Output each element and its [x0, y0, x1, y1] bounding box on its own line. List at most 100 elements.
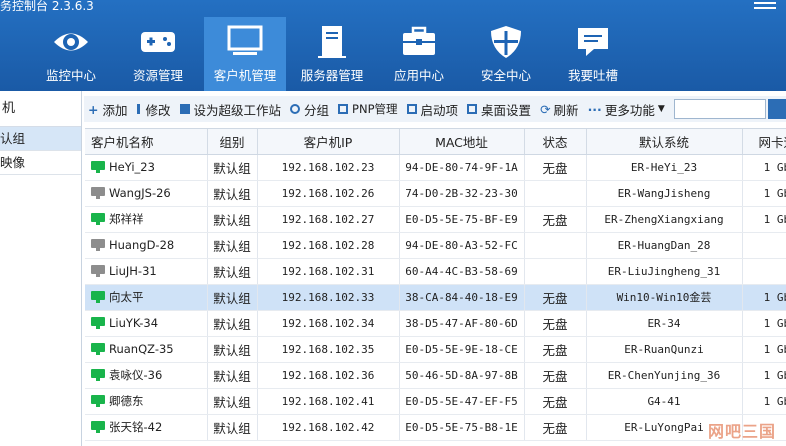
cell-status: 无盘: [524, 362, 587, 389]
computer-icon: [91, 212, 105, 225]
cell-mac: E0-D5-5E-47-EF-F5: [399, 388, 525, 415]
client-name-label: HuangD-28: [109, 238, 175, 252]
nav-label: 安全中心: [480, 68, 531, 83]
add-label: 添加: [102, 102, 128, 118]
edit-button[interactable]: 修改: [133, 98, 176, 120]
nav-label: 监控中心: [45, 68, 96, 83]
cell-status: 无盘: [524, 284, 587, 311]
nav-client-management[interactable]: 客户机管理: [204, 17, 286, 91]
monitor-icon: [227, 25, 263, 55]
group-icon: [290, 104, 301, 114]
startup-items-button[interactable]: 启动项: [403, 98, 464, 120]
startup-label: 启动项: [420, 102, 459, 118]
client-name-label: 向太平: [109, 290, 144, 304]
nav-label: 我要吐槽: [567, 68, 618, 83]
server-icon: [318, 26, 346, 58]
cell-status: 无盘: [524, 388, 587, 415]
table-row[interactable]: RuanQZ-35 默认组 192.168.102.35 E0-D5-5E-9E-18…: [85, 336, 786, 363]
cell-client-name: LiuJH-31: [85, 258, 208, 285]
nav-feedback[interactable]: 我要吐槽: [552, 17, 634, 91]
set-super-label: 设为超级工作站: [193, 102, 282, 118]
column-header-mac[interactable]: MAC地址: [399, 129, 525, 155]
sidebar-item-default-group[interactable]: 认组: [0, 127, 81, 151]
nav-label: 服务器管理: [300, 68, 364, 83]
table-row[interactable]: 郑祥祥 默认组 192.168.102.27 E0-D5-5E-75-BF-E9 无盘 E…: [85, 206, 786, 233]
computer-icon: [91, 420, 105, 433]
cell-default-system: ER-RuanQunzi: [586, 336, 743, 363]
cell-group: 默认组: [207, 414, 258, 441]
cell-mac: 50-46-5D-8A-97-8B: [399, 362, 525, 389]
table-row[interactable]: 卿德东 默认组 192.168.102.41 E0-D5-5E-47-EF-F5 无盘 G…: [85, 388, 786, 415]
table-row[interactable]: LiuJH-31 默认组 192.168.102.31 60-A4-4C-B3-58-…: [85, 258, 786, 285]
search-button[interactable]: [767, 99, 786, 119]
table-row[interactable]: HuangD-28 默认组 192.168.102.28 94-DE-80-A3-52…: [85, 232, 786, 259]
chevron-down-icon: ▼: [657, 104, 665, 114]
cell-ip: 192.168.102.42: [257, 414, 400, 441]
cell-client-name: HeYi_23: [85, 154, 208, 181]
cell-nic-speed: 1 Gbps: [742, 206, 786, 233]
nav-app-center[interactable]: 应用中心: [378, 17, 460, 91]
table-row[interactable]: 张天铭-42 默认组 192.168.102.42 E0-D5-5E-75-B8-1E…: [85, 414, 786, 441]
desktop-settings-button[interactable]: 桌面设置: [463, 98, 536, 120]
column-header-nic-speed[interactable]: 网卡速率: [742, 129, 786, 155]
cell-group: 默认组: [207, 362, 258, 389]
more-functions-button[interactable]: ··· 更多功能 ▼: [584, 98, 670, 120]
cell-ip: 192.168.102.27: [257, 206, 400, 233]
column-header-group[interactable]: 组别: [207, 129, 258, 155]
cell-ip: 192.168.102.33: [257, 284, 400, 311]
menu-icon[interactable]: [754, 2, 776, 14]
cell-nic-speed: 1 Gbps: [742, 336, 786, 363]
plus-icon: +: [88, 101, 99, 117]
column-header-default-system[interactable]: 默认系统: [586, 129, 743, 155]
add-button[interactable]: + 添加: [84, 98, 133, 120]
group-button[interactable]: 分组: [286, 98, 334, 120]
cell-mac: 74-D0-2B-32-23-30: [399, 180, 525, 207]
cell-default-system: ER-HeYi_23: [586, 154, 743, 181]
sidebar-item-image[interactable]: 映像: [0, 151, 81, 175]
nav-server-management[interactable]: 服务器管理: [291, 17, 373, 91]
cell-mac: 38-CA-84-40-18-E9: [399, 284, 525, 311]
nav-security-center[interactable]: 安全中心: [465, 17, 547, 91]
computer-icon: [91, 368, 105, 381]
client-name-label: 袁咏仪-36: [109, 368, 163, 382]
workstation-icon: [179, 104, 190, 114]
client-name-label: 卿德东: [109, 394, 144, 408]
search-input[interactable]: [673, 99, 766, 119]
cell-mac: 94-DE-80-74-9F-1A: [399, 154, 525, 181]
set-super-workstation-button[interactable]: 设为超级工作站: [176, 98, 287, 120]
nav-resource-management[interactable]: 资源管理: [117, 17, 199, 91]
cell-default-system: ER-ZhengXiangxiang: [586, 206, 743, 233]
column-header-ip[interactable]: 客户机IP: [257, 129, 400, 155]
pnp-manage-button[interactable]: PNP管理: [334, 98, 402, 120]
cell-mac: E0-D5-5E-75-B8-1E: [399, 414, 525, 441]
cell-nic-speed: 1 Gbps: [742, 310, 786, 337]
computer-icon: [91, 316, 105, 329]
cell-default-system: ER-34: [586, 310, 743, 337]
nav-label: 应用中心: [393, 68, 444, 83]
table-row[interactable]: 袁咏仪-36 默认组 192.168.102.36 50-46-5D-8A-97-8B…: [85, 362, 786, 389]
group-label: 分组: [304, 102, 330, 118]
column-header-name[interactable]: 客户机名称: [85, 129, 208, 155]
cell-status: 无盘: [524, 336, 587, 363]
cell-nic-speed: 1 Gbps: [742, 154, 786, 181]
cell-group: 默认组: [207, 388, 258, 415]
refresh-button[interactable]: ⟳ 刷新: [536, 98, 584, 120]
cell-group: 默认组: [207, 232, 258, 259]
info-icon: [136, 104, 140, 114]
table-row[interactable]: WangJS-26 默认组 192.168.102.26 74-D0-2B-32-23…: [85, 180, 786, 207]
cell-default-system: G4-41: [586, 388, 743, 415]
cell-ip: 192.168.102.28: [257, 232, 400, 259]
table-row[interactable]: LiuYK-34 默认组 192.168.102.34 38-D5-47-AF-80-…: [85, 310, 786, 337]
pnp-icon: [338, 104, 349, 114]
computer-icon: [91, 264, 105, 277]
cell-status: 无盘: [524, 206, 587, 233]
cell-default-system: ER-LiuJingheng_31: [586, 258, 743, 285]
nav-monitor-center[interactable]: 监控中心: [30, 17, 112, 91]
column-header-status[interactable]: 状态: [524, 129, 587, 155]
cell-client-name: HuangD-28: [85, 232, 208, 259]
cell-nic-speed: [742, 232, 786, 259]
table-row[interactable]: 向太平 默认组 192.168.102.33 38-CA-84-40-18-E9 无盘 W…: [85, 284, 786, 311]
cell-mac: 60-A4-4C-B3-58-69: [399, 258, 525, 285]
cell-status: [524, 180, 587, 207]
table-row[interactable]: HeYi_23 默认组 192.168.102.23 94-DE-80-74-9F-1…: [85, 154, 786, 181]
